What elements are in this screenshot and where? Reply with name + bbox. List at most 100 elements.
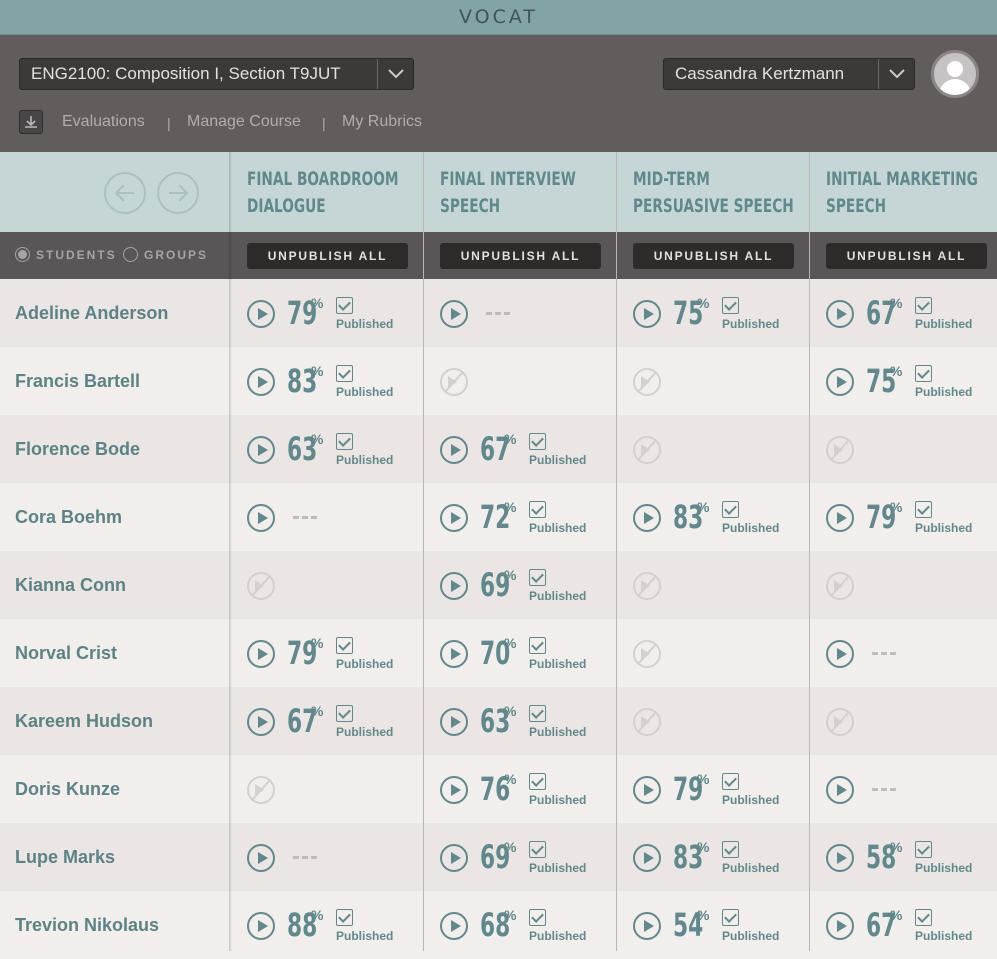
published-checkbox-icon[interactable] [336,705,353,722]
evaluation-cell[interactable] [231,755,424,823]
published-checkbox-icon[interactable] [915,909,932,926]
evaluation-cell[interactable] [424,279,617,347]
published-checkbox-icon[interactable] [336,365,353,382]
nav-evaluations[interactable]: Evaluations [62,113,145,131]
play-icon[interactable] [247,912,275,940]
column-title[interactable]: FINAL INTERVIEW SPEECH [440,166,576,220]
course-select[interactable]: ENG2100: Composition I, Section T9JUT [19,58,414,90]
app-logo[interactable]: VOCAT [459,6,538,28]
student-name[interactable]: Florence Bode [15,439,140,460]
published-checkbox-icon[interactable] [722,501,739,518]
column-title[interactable]: INITIAL MARKETING SPEECH [826,166,978,220]
published-checkbox-icon[interactable] [529,637,546,654]
evaluation-cell[interactable]: 75% Published [810,347,997,415]
evaluation-cell[interactable] [617,687,810,755]
published-checkbox-icon[interactable] [529,501,546,518]
published-checkbox-icon[interactable] [529,569,546,586]
student-name[interactable]: Norval Crist [15,643,117,664]
published-checkbox-icon[interactable] [529,433,546,450]
evaluation-cell[interactable]: 54% Published [617,891,810,959]
evaluation-cell[interactable]: 63% Published [231,415,424,483]
evaluation-cell[interactable]: 79% Published [617,755,810,823]
avatar[interactable] [931,50,979,98]
student-name[interactable]: Trevion Nikolaus [15,915,159,936]
nav-manage-course[interactable]: Manage Course [187,113,301,131]
evaluation-cell[interactable] [810,551,997,619]
evaluation-cell[interactable] [231,823,424,891]
evaluation-cell[interactable] [810,687,997,755]
download-icon[interactable] [19,110,43,134]
unpublish-all-button[interactable]: UNPUBLISH ALL [440,243,601,269]
student-name[interactable]: Kareem Hudson [15,711,153,732]
play-icon[interactable] [633,776,661,804]
published-checkbox-icon[interactable] [529,773,546,790]
published-checkbox-icon[interactable] [722,841,739,858]
play-icon[interactable] [440,504,468,532]
student-name[interactable]: Francis Bartell [15,371,140,392]
evaluation-cell[interactable]: 75% Published [617,279,810,347]
play-icon[interactable] [440,776,468,804]
play-icon[interactable] [440,912,468,940]
published-checkbox-icon[interactable] [915,297,932,314]
unpublish-all-button[interactable]: UNPUBLISH ALL [826,243,987,269]
evaluation-cell[interactable]: 79% Published [231,619,424,687]
evaluation-cell[interactable]: 79% Published [810,483,997,551]
published-checkbox-icon[interactable] [722,909,739,926]
play-icon[interactable] [633,504,661,532]
evaluation-cell[interactable] [810,415,997,483]
play-icon[interactable] [247,844,275,872]
evaluation-cell[interactable]: 83% Published [617,823,810,891]
evaluation-cell[interactable]: 79% Published [231,279,424,347]
published-checkbox-icon[interactable] [915,501,932,518]
chevron-down-icon[interactable] [377,59,413,89]
evaluation-cell[interactable]: 68% Published [424,891,617,959]
evaluation-cell[interactable] [810,755,997,823]
play-icon[interactable] [440,640,468,668]
play-icon[interactable] [440,436,468,464]
play-icon[interactable] [440,844,468,872]
student-name[interactable]: Doris Kunze [15,779,120,800]
nav-my-rubrics[interactable]: My Rubrics [342,113,422,131]
unpublish-all-button[interactable]: UNPUBLISH ALL [633,243,794,269]
evaluation-cell[interactable]: 69% Published [424,551,617,619]
evaluation-cell[interactable]: 67% Published [424,415,617,483]
published-checkbox-icon[interactable] [529,841,546,858]
published-checkbox-icon[interactable] [915,365,932,382]
evaluation-cell[interactable] [617,619,810,687]
student-name[interactable]: Lupe Marks [15,847,115,868]
published-checkbox-icon[interactable] [529,909,546,926]
published-checkbox-icon[interactable] [722,773,739,790]
arrow-right-icon[interactable] [157,172,199,214]
students-radio[interactable]: STUDENTS [15,247,117,262]
play-icon[interactable] [826,912,854,940]
chevron-down-icon[interactable] [878,59,914,89]
published-checkbox-icon[interactable] [336,909,353,926]
play-icon[interactable] [247,708,275,736]
student-name[interactable]: Adeline Anderson [15,303,168,324]
evaluation-cell[interactable]: 72% Published [424,483,617,551]
play-icon[interactable] [440,572,468,600]
play-icon[interactable] [633,844,661,872]
arrow-left-icon[interactable] [104,172,146,214]
published-checkbox-icon[interactable] [722,297,739,314]
play-icon[interactable] [826,300,854,328]
evaluation-cell[interactable]: 83% Published [617,483,810,551]
evaluation-cell[interactable] [810,619,997,687]
evaluation-cell[interactable]: 63% Published [424,687,617,755]
column-title[interactable]: MID-TERM PERSUASIVE SPEECH [633,166,794,220]
published-checkbox-icon[interactable] [915,841,932,858]
play-icon[interactable] [633,912,661,940]
evaluation-cell[interactable]: 70% Published [424,619,617,687]
play-icon[interactable] [633,300,661,328]
play-icon[interactable] [247,300,275,328]
published-checkbox-icon[interactable] [336,297,353,314]
student-name[interactable]: Kianna Conn [15,575,126,596]
play-icon[interactable] [247,436,275,464]
evaluation-cell[interactable] [617,415,810,483]
evaluation-cell[interactable]: 83% Published [231,347,424,415]
published-checkbox-icon[interactable] [336,433,353,450]
published-checkbox-icon[interactable] [529,705,546,722]
play-icon[interactable] [440,300,468,328]
evaluation-cell[interactable]: 69% Published [424,823,617,891]
evaluation-cell[interactable] [231,483,424,551]
